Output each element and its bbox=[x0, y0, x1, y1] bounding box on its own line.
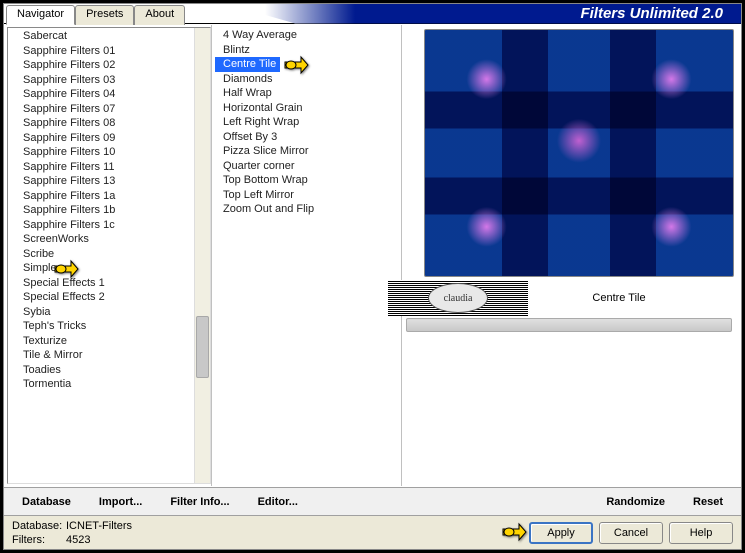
randomize-button[interactable]: Randomize bbox=[592, 492, 679, 512]
category-item[interactable]: Sybia bbox=[9, 305, 209, 320]
category-item[interactable]: Sapphire Filters 02 bbox=[9, 58, 209, 73]
category-item[interactable]: Sapphire Filters 04 bbox=[9, 87, 209, 102]
filter-listbox[interactable]: 4 Way AverageBlintzCentre TileDiamondsHa… bbox=[214, 27, 399, 218]
filters-unlimited-window: Navigator Presets About Filters Unlimite… bbox=[3, 3, 742, 550]
parameter-header: claudia Centre Tile bbox=[406, 280, 736, 316]
filter-item[interactable]: Zoom Out and Flip bbox=[215, 202, 318, 217]
category-item[interactable]: Sapphire Filters 10 bbox=[9, 145, 209, 160]
help-button[interactable]: Help bbox=[669, 522, 733, 544]
category-item[interactable]: Special Effects 2 bbox=[9, 290, 209, 305]
category-item[interactable]: Sapphire Filters 09 bbox=[9, 131, 209, 146]
app-title: Filters Unlimited 2.0 bbox=[185, 4, 741, 24]
filter-item[interactable]: Left Right Wrap bbox=[215, 115, 303, 130]
category-item[interactable]: Texturize bbox=[9, 334, 209, 349]
db-value: ICNET-Filters bbox=[66, 520, 132, 532]
selected-filter-label: Centre Tile bbox=[532, 292, 736, 304]
categories-panel: SabercatSapphire Filters 01Sapphire Filt… bbox=[5, 25, 212, 486]
statusbar: Database:ICNET-Filters Filters:4523 Appl… bbox=[4, 515, 741, 549]
category-item[interactable]: Simple bbox=[9, 261, 209, 276]
filter-item[interactable]: Centre Tile bbox=[215, 57, 280, 72]
editor-button[interactable]: Editor... bbox=[244, 492, 312, 512]
category-item[interactable]: Sapphire Filters 08 bbox=[9, 116, 209, 131]
category-item[interactable]: Tile & Mirror bbox=[9, 348, 209, 363]
scroll-thumb[interactable] bbox=[196, 316, 209, 378]
filter-item[interactable]: 4 Way Average bbox=[215, 28, 301, 43]
filters-count-label: Filters: bbox=[12, 533, 66, 547]
import-button[interactable]: Import... bbox=[85, 492, 156, 512]
watermark-badge: claudia bbox=[428, 283, 488, 313]
toolbar: Database Import... Filter Info... Editor… bbox=[4, 487, 741, 515]
watermark: claudia bbox=[388, 280, 528, 316]
titlebar: Navigator Presets About Filters Unlimite… bbox=[4, 4, 741, 24]
category-item[interactable]: Scribe bbox=[9, 247, 209, 262]
category-item[interactable]: Toadies bbox=[9, 363, 209, 378]
tab-about[interactable]: About bbox=[134, 5, 185, 25]
parameter-slider[interactable] bbox=[406, 318, 732, 332]
category-item[interactable]: Special Effects 1 bbox=[9, 276, 209, 291]
preview-image bbox=[424, 29, 734, 277]
category-item[interactable]: Sapphire Filters 03 bbox=[9, 73, 209, 88]
category-item[interactable]: Sapphire Filters 11 bbox=[9, 160, 209, 175]
category-listbox[interactable]: SabercatSapphire Filters 01Sapphire Filt… bbox=[7, 27, 211, 484]
category-item[interactable]: Sapphire Filters 1a bbox=[9, 189, 209, 204]
filters-panel: 4 Way AverageBlintzCentre TileDiamondsHa… bbox=[212, 25, 402, 486]
filter-item[interactable]: Half Wrap bbox=[215, 86, 276, 101]
tabs: Navigator Presets About bbox=[4, 4, 185, 24]
category-item[interactable]: Sapphire Filters 1c bbox=[9, 218, 209, 233]
filter-item[interactable]: Top Left Mirror bbox=[215, 188, 298, 203]
category-item[interactable]: Sapphire Filters 1b bbox=[9, 203, 209, 218]
category-item[interactable]: ScreenWorks bbox=[9, 232, 209, 247]
filter-item[interactable]: Pizza Slice Mirror bbox=[215, 144, 313, 159]
filter-item[interactable]: Offset By 3 bbox=[215, 130, 281, 145]
database-button[interactable]: Database bbox=[8, 492, 85, 512]
preview-panel: claudia Centre Tile bbox=[402, 25, 740, 486]
filter-item[interactable]: Horizontal Grain bbox=[215, 101, 306, 116]
reset-button[interactable]: Reset bbox=[679, 492, 737, 512]
category-item[interactable]: Sabercat bbox=[9, 29, 209, 44]
db-label: Database: bbox=[12, 519, 66, 533]
category-item[interactable]: Tormentia bbox=[9, 377, 209, 392]
main-area: SabercatSapphire Filters 01Sapphire Filt… bbox=[4, 24, 741, 487]
category-item[interactable]: Teph's Tricks bbox=[9, 319, 209, 334]
category-item[interactable]: Sapphire Filters 07 bbox=[9, 102, 209, 117]
category-item[interactable]: Sapphire Filters 01 bbox=[9, 44, 209, 59]
tab-navigator[interactable]: Navigator bbox=[6, 5, 75, 25]
status-info: Database:ICNET-Filters Filters:4523 bbox=[12, 519, 523, 547]
apply-button[interactable]: Apply bbox=[529, 522, 593, 544]
filter-info-button[interactable]: Filter Info... bbox=[156, 492, 243, 512]
filter-item[interactable]: Blintz bbox=[215, 43, 254, 58]
category-item[interactable]: Sapphire Filters 13 bbox=[9, 174, 209, 189]
filter-item[interactable]: Top Bottom Wrap bbox=[215, 173, 312, 188]
filter-item[interactable]: Quarter corner bbox=[215, 159, 299, 174]
filter-item[interactable]: Diamonds bbox=[215, 72, 277, 87]
category-scrollbar[interactable] bbox=[194, 28, 210, 483]
tab-presets[interactable]: Presets bbox=[75, 5, 134, 25]
cancel-button[interactable]: Cancel bbox=[599, 522, 663, 544]
filters-count-value: 4523 bbox=[66, 534, 90, 546]
